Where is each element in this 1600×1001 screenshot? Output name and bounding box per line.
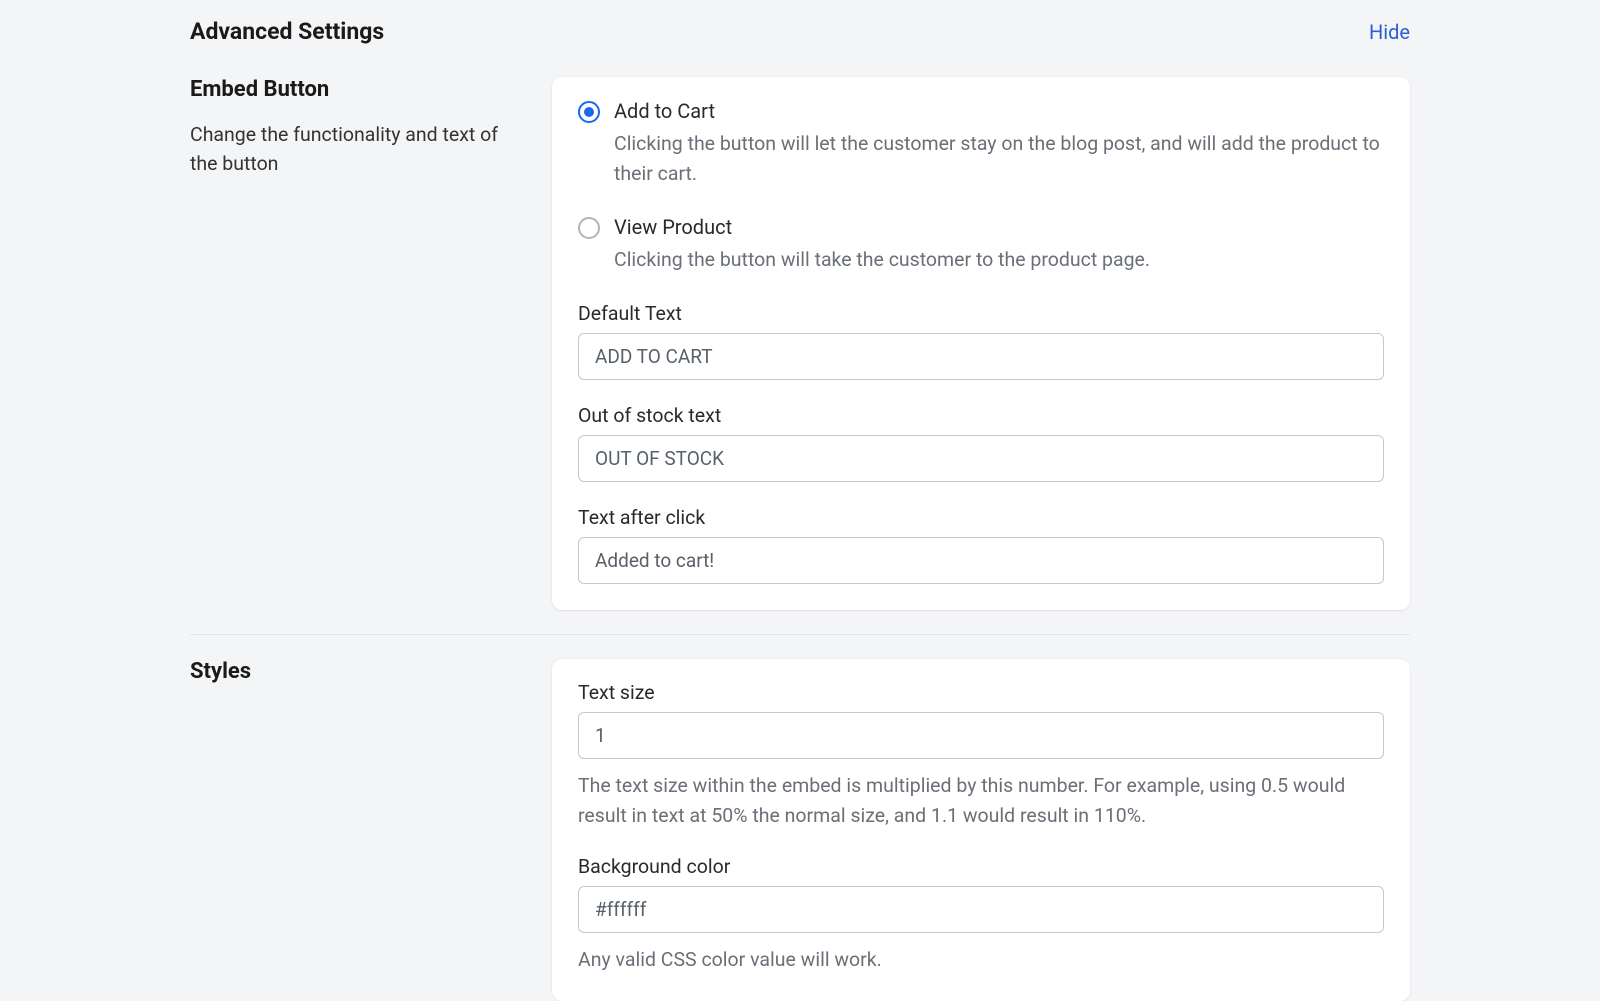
styles-card: Text size The text size within the embed… [552,659,1410,1001]
default-text-label: Default Text [578,302,1384,325]
radio-desc: Clicking the button will let the custome… [614,129,1384,189]
text-size-input[interactable] [578,712,1384,759]
page-header: Advanced Settings Hide [190,18,1410,45]
styles-section: Styles Text size The text size within th… [190,659,1410,1001]
text-after-click-input[interactable] [578,537,1384,584]
out-of-stock-label: Out of stock text [578,404,1384,427]
text-size-help: The text size within the embed is multip… [578,771,1384,831]
background-color-input[interactable] [578,886,1384,933]
radio-unselected-icon [578,217,600,239]
text-size-label: Text size [578,681,1384,704]
default-text-input[interactable] [578,333,1384,380]
section-title-embed-button: Embed Button [190,77,528,102]
out-of-stock-input[interactable] [578,435,1384,482]
radio-view-product[interactable]: View Product Clicking the button will ta… [578,215,1384,275]
section-desc-embed-button: Change the functionality and text of the… [190,120,528,179]
radio-selected-icon [578,101,600,123]
radio-desc: Clicking the button will take the custom… [614,245,1384,275]
radio-add-to-cart[interactable]: Add to Cart Clicking the button will let… [578,99,1384,189]
background-color-help: Any valid CSS color value will work. [578,945,1384,975]
background-color-label: Background color [578,855,1384,878]
page-title: Advanced Settings [190,18,384,45]
embed-button-card: Add to Cart Clicking the button will let… [552,77,1410,610]
embed-button-section: Embed Button Change the functionality an… [190,77,1410,610]
section-title-styles: Styles [190,659,528,684]
radio-label: Add to Cart [614,99,1384,123]
hide-link[interactable]: Hide [1369,20,1410,44]
text-after-click-label: Text after click [578,506,1384,529]
section-divider [190,634,1410,635]
radio-label: View Product [614,215,1384,239]
